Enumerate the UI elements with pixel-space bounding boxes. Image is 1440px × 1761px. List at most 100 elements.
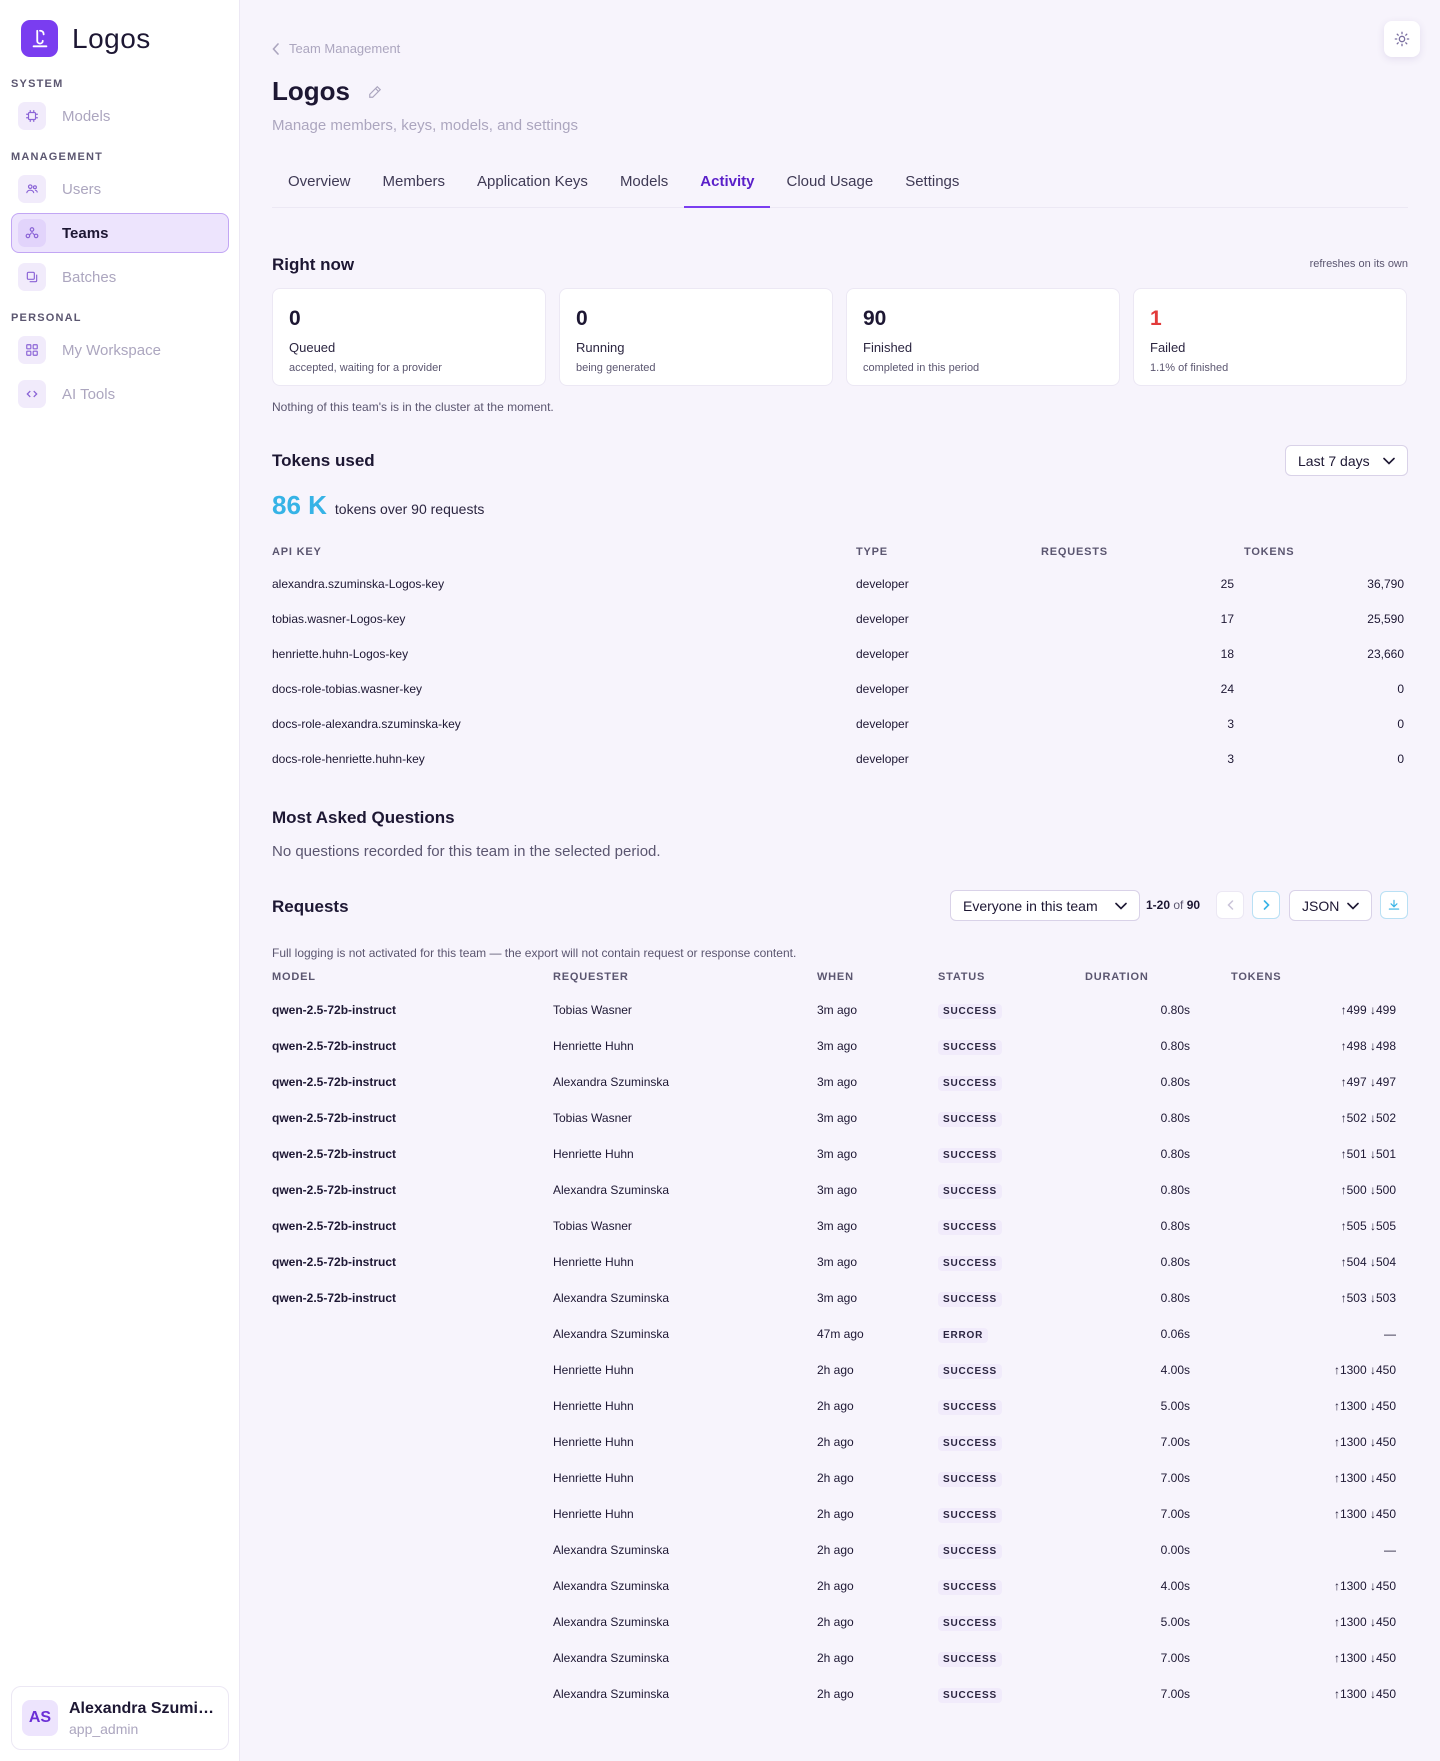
table-row[interactable]: Alexandra Szuminska 2h ago 7.00s ↑1300 ↓450… [272, 1687, 1408, 1723]
status-cell: SUCCESS [938, 1111, 1002, 1127]
theme-toggle-button[interactable] [1384, 21, 1420, 57]
right-now-title: Right now [272, 255, 355, 274]
period-select[interactable]: Last 7 days [1285, 445, 1408, 476]
table-row[interactable]: qwen-2.5-72b-instruct Tobias Wasner 3m ago… [272, 1003, 1408, 1039]
nav-section-system: SYSTEM [11, 78, 64, 90]
sidebar-item-label: Users [62, 180, 102, 198]
pagination-range: 1-20 [1146, 898, 1171, 912]
table-row[interactable]: Alexandra Szuminska 2h ago 5.00s ↑1300 ↓450… [272, 1615, 1408, 1651]
user-card[interactable]: AS Alexandra Szuminska app_admin [11, 1686, 229, 1750]
table-row[interactable]: qwen-2.5-72b-instruct Henriette Huhn 3m ag… [272, 1255, 1408, 1291]
table-row[interactable]: qwen-2.5-72b-instruct Alexandra Szuminska… [272, 1291, 1408, 1327]
sidebar-item-my-workspace[interactable]: My Workspace [11, 330, 229, 370]
table-row[interactable]: qwen-2.5-72b-instruct Henriette Huhn 3m ag… [272, 1039, 1408, 1075]
requester-filter-select[interactable]: Everyone in this team [950, 890, 1140, 921]
table-row[interactable]: Alexandra Szuminska 47m ago 0.06s — ERROR [272, 1327, 1408, 1363]
tab-activity[interactable]: Activity [684, 170, 771, 208]
sidebar-item-teams[interactable]: Teams [11, 213, 229, 253]
table-row[interactable]: qwen-2.5-72b-instruct Tobias Wasner 3m ago… [272, 1219, 1408, 1255]
sidebar-item-label: AI Tools [62, 385, 116, 403]
tab-models[interactable]: Models [604, 170, 684, 208]
status-badge: SUCCESS [938, 1148, 1002, 1163]
model-cell: qwen-2.5-72b-instruct [272, 1291, 397, 1305]
status-badge: SUCCESS [938, 1472, 1002, 1487]
status-cell: SUCCESS [938, 1363, 1002, 1379]
table-row[interactable]: Henriette Huhn 2h ago 4.00s ↑1300 ↓450 SUCCE… [272, 1363, 1408, 1399]
sidebar-item-users[interactable]: Users [11, 169, 229, 209]
when-cell: 3m ago [817, 1003, 858, 1017]
duration-cell: 0.80s [1160, 1219, 1190, 1233]
avatar: AS [22, 1700, 58, 1736]
tokens-cell: 0 [1397, 682, 1404, 696]
tab-cloud-usage[interactable]: Cloud Usage [770, 170, 889, 208]
tokens-total: 86 K [272, 490, 327, 520]
breadcrumb[interactable]: Team Management [272, 41, 400, 56]
page-title-text: Logos [272, 76, 350, 106]
model-cell: qwen-2.5-72b-instruct [272, 1219, 397, 1233]
previous-page-button[interactable] [1216, 891, 1244, 919]
status-badge: SUCCESS [938, 1256, 1002, 1271]
status-badge: SUCCESS [938, 1508, 1002, 1523]
brand[interactable]: Logos [21, 20, 151, 57]
table-row[interactable]: qwen-2.5-72b-instruct Alexandra Szuminska… [272, 1183, 1408, 1219]
tokens-total-text: tokens over 90 requests [334, 501, 485, 517]
status-cell: SUCCESS [938, 1147, 1002, 1163]
table-row[interactable]: qwen-2.5-72b-instruct Henriette Huhn 3m ag… [272, 1147, 1408, 1183]
stat-card-running: 0 Running being generated [559, 288, 833, 386]
download-button[interactable] [1380, 891, 1408, 919]
tokens-cell: 0 [1397, 752, 1404, 766]
requester-cell: Henriette Huhn [553, 1363, 634, 1377]
tab-overview[interactable]: Overview [272, 170, 367, 208]
when-cell: 3m ago [817, 1039, 858, 1053]
model-cell: qwen-2.5-72b-instruct [272, 1111, 397, 1125]
sidebar-item-ai-tools[interactable]: AI Tools [11, 374, 229, 414]
tokens-cell: ↑504 ↓504 [1340, 1255, 1396, 1269]
type-cell: developer [856, 577, 909, 591]
user-role: app_admin [69, 1720, 139, 1737]
api-key-cell: docs-role-henriette.huhn-key [272, 752, 425, 766]
tokens-cell: ↑501 ↓501 [1340, 1147, 1396, 1161]
column-header-model: MODEL [272, 971, 316, 983]
table-row[interactable]: qwen-2.5-72b-instruct Alexandra Szuminska… [272, 1075, 1408, 1111]
tab-application-keys[interactable]: Application Keys [461, 170, 604, 208]
type-cell: developer [856, 717, 909, 731]
chip-icon [18, 102, 46, 130]
chevron-left-icon [272, 42, 289, 55]
table-row[interactable]: Alexandra Szuminska 2h ago 4.00s ↑1300 ↓450… [272, 1579, 1408, 1615]
type-cell: developer [856, 647, 909, 661]
requester-cell: Alexandra Szuminska [553, 1543, 670, 1557]
tokens-used-title: Tokens used [272, 451, 375, 470]
tab-settings[interactable]: Settings [889, 170, 975, 208]
tab-members[interactable]: Members [367, 170, 462, 208]
next-page-button[interactable] [1252, 891, 1280, 919]
questions-title: Most Asked Questions [272, 808, 455, 827]
table-row[interactable]: Alexandra Szuminska 2h ago 0.00s — SUCCESS [272, 1543, 1408, 1579]
export-format-select[interactable]: JSON [1289, 890, 1372, 921]
sidebar-item-models[interactable]: Models [11, 96, 229, 136]
requester-cell: Henriette Huhn [553, 1255, 634, 1269]
sidebar-item-batches[interactable]: Batches [11, 257, 229, 297]
when-cell: 3m ago [817, 1183, 858, 1197]
stat-label: Running [576, 340, 625, 355]
stat-sub: being generated [576, 362, 656, 374]
table-row[interactable]: Henriette Huhn 2h ago 7.00s ↑1300 ↓450 SUCCE… [272, 1471, 1408, 1507]
stat-label: Queued [289, 340, 336, 355]
when-cell: 3m ago [817, 1255, 858, 1269]
api-key-cell: docs-role-tobias.wasner-key [272, 682, 423, 696]
status-badge: SUCCESS [938, 1652, 1002, 1667]
pencil-icon[interactable] [368, 85, 382, 99]
status-badge: SUCCESS [938, 1292, 1002, 1307]
table-row[interactable]: Alexandra Szuminska 2h ago 7.00s ↑1300 ↓450… [272, 1651, 1408, 1687]
tokens-cell: 23,660 [1367, 647, 1404, 661]
duration-cell: 0.80s [1160, 1183, 1190, 1197]
column-header-type: TYPE [856, 546, 888, 558]
status-cell: SUCCESS [938, 1615, 1002, 1631]
table-row[interactable]: Henriette Huhn 2h ago 7.00s ↑1300 ↓450 SUCCE… [272, 1507, 1408, 1543]
duration-cell: 0.80s [1160, 1039, 1190, 1053]
table-row[interactable]: Henriette Huhn 2h ago 5.00s ↑1300 ↓450 SUCCE… [272, 1399, 1408, 1435]
table-row[interactable]: qwen-2.5-72b-instruct Tobias Wasner 3m ago… [272, 1111, 1408, 1147]
sidebar-item-label: Models [62, 107, 111, 125]
duration-cell: 0.80s [1160, 1003, 1190, 1017]
requests-cell: 18 [1220, 647, 1234, 661]
table-row[interactable]: Henriette Huhn 2h ago 7.00s ↑1300 ↓450 SUCCE… [272, 1435, 1408, 1471]
